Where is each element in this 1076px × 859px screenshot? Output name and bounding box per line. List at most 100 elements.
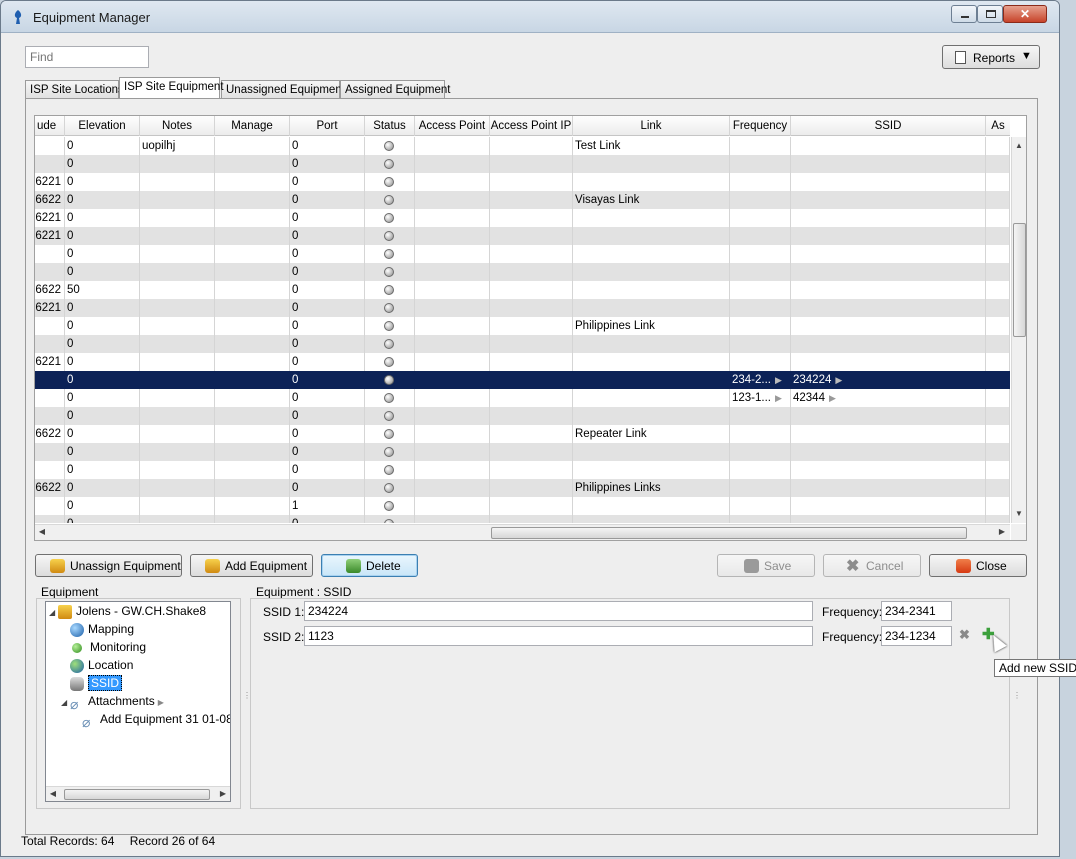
cell-manage[interactable]: [215, 371, 290, 389]
table-row[interactable]: 00: [35, 407, 1010, 425]
cell-as[interactable]: [986, 227, 1010, 245]
cell-as[interactable]: [986, 371, 1010, 389]
cell-frequency[interactable]: [730, 263, 791, 281]
expand-arrow-icon[interactable]: ▶: [775, 393, 782, 403]
table-row[interactable]: 6221 0 0: [35, 353, 1010, 371]
scroll-right-arrow-icon[interactable]: ▶: [995, 527, 1009, 536]
frequency1-input[interactable]: 234-2341: [881, 601, 952, 621]
cell-link[interactable]: Philippines Link: [573, 317, 730, 335]
cell-ude[interactable]: 6221: [35, 299, 65, 317]
cell-manage[interactable]: [215, 497, 290, 515]
cell-as[interactable]: [986, 407, 1010, 425]
table-row[interactable]: 6622 0 0 Repeater Link: [35, 425, 1010, 443]
cell-elevation[interactable]: 0: [65, 191, 140, 209]
reports-button[interactable]: Reports ▼: [942, 45, 1040, 69]
cell-notes[interactable]: [140, 443, 215, 461]
cell-ude[interactable]: [35, 443, 65, 461]
cell-as[interactable]: [986, 245, 1010, 263]
cell-status[interactable]: [365, 299, 415, 317]
cell-elevation[interactable]: 0: [65, 407, 140, 425]
cell-link[interactable]: [573, 443, 730, 461]
cell-apip[interactable]: [490, 353, 573, 371]
cell-ap[interactable]: [415, 461, 490, 479]
cell-link[interactable]: [573, 515, 730, 523]
cell-as[interactable]: [986, 389, 1010, 407]
cell-elevation[interactable]: 0: [65, 425, 140, 443]
cell-manage[interactable]: [215, 389, 290, 407]
table-vertical-scrollbar[interactable]: ▲ ▼: [1011, 137, 1026, 523]
table-row[interactable]: 01: [35, 497, 1010, 515]
cell-status[interactable]: [365, 191, 415, 209]
unassign-equipment-button[interactable]: Unassign Equipment: [35, 554, 182, 577]
cell-port[interactable]: 0: [290, 245, 365, 263]
cell-ap[interactable]: [415, 479, 490, 497]
cell-port[interactable]: 0: [290, 173, 365, 191]
cell-notes[interactable]: [140, 263, 215, 281]
cell-ssid[interactable]: [791, 155, 986, 173]
cell-as[interactable]: [986, 263, 1010, 281]
cell-frequency[interactable]: [730, 515, 791, 523]
cell-status[interactable]: [365, 443, 415, 461]
cell-ude[interactable]: [35, 389, 65, 407]
cell-as[interactable]: [986, 479, 1010, 497]
save-button[interactable]: Save: [717, 554, 815, 577]
table-row[interactable]: 0 uopilhj 0 Test Link: [35, 137, 1010, 155]
cell-ssid[interactable]: [791, 443, 986, 461]
cell-frequency[interactable]: [730, 191, 791, 209]
table-row[interactable]: 00: [35, 443, 1010, 461]
table-horizontal-scroll-thumb[interactable]: [491, 527, 967, 539]
table-row[interactable]: 0 0 123-1... ▶ 42344 ▶: [35, 389, 1010, 407]
cell-apip[interactable]: [490, 173, 573, 191]
cell-notes[interactable]: uopilhj: [140, 137, 215, 155]
delete-button[interactable]: Delete: [321, 554, 418, 577]
cell-port[interactable]: 0: [290, 155, 365, 173]
maximize-button[interactable]: [977, 5, 1003, 23]
cell-ssid[interactable]: [791, 191, 986, 209]
cell-manage[interactable]: [215, 263, 290, 281]
col-header-notes[interactable]: Notes: [140, 116, 215, 136]
cell-link[interactable]: [573, 299, 730, 317]
cell-frequency[interactable]: [730, 245, 791, 263]
cell-notes[interactable]: [140, 479, 215, 497]
cell-apip[interactable]: [490, 137, 573, 155]
table-row[interactable]: 6221 0 0: [35, 299, 1010, 317]
tree-node-attachments[interactable]: ⌀ Attachments ▶: [70, 692, 164, 712]
cell-manage[interactable]: [215, 281, 290, 299]
cell-manage[interactable]: [215, 173, 290, 191]
cell-port[interactable]: 0: [290, 407, 365, 425]
cell-ude[interactable]: [35, 137, 65, 155]
col-header-as[interactable]: As: [986, 116, 1010, 136]
cell-manage[interactable]: [215, 443, 290, 461]
cell-ude[interactable]: 6221: [35, 209, 65, 227]
cell-ude[interactable]: [35, 407, 65, 425]
col-header-elevation[interactable]: Elevation: [65, 116, 140, 136]
cell-status[interactable]: [365, 317, 415, 335]
cell-elevation[interactable]: 0: [65, 353, 140, 371]
cell-link[interactable]: Repeater Link: [573, 425, 730, 443]
cell-ssid[interactable]: [791, 209, 986, 227]
cell-frequency[interactable]: [730, 443, 791, 461]
table-row[interactable]: 0 0 234-2... ▶ 234224 ▶: [35, 371, 1010, 389]
ssid2-input[interactable]: 1123: [304, 626, 813, 646]
cell-apip[interactable]: [490, 389, 573, 407]
cell-notes[interactable]: [140, 227, 215, 245]
cell-notes[interactable]: [140, 335, 215, 353]
cell-elevation[interactable]: 0: [65, 461, 140, 479]
cell-elevation[interactable]: 0: [65, 227, 140, 245]
cell-frequency[interactable]: [730, 335, 791, 353]
cell-ap[interactable]: [415, 281, 490, 299]
cell-as[interactable]: [986, 137, 1010, 155]
cell-apip[interactable]: [490, 479, 573, 497]
cell-ap[interactable]: [415, 173, 490, 191]
cell-as[interactable]: [986, 155, 1010, 173]
cell-as[interactable]: [986, 425, 1010, 443]
cell-ude[interactable]: 6622: [35, 191, 65, 209]
cell-frequency[interactable]: [730, 155, 791, 173]
cell-link[interactable]: Philippines Links: [573, 479, 730, 497]
cell-apip[interactable]: [490, 425, 573, 443]
cell-port[interactable]: 0: [290, 209, 365, 227]
cell-notes[interactable]: [140, 155, 215, 173]
cell-manage[interactable]: [215, 461, 290, 479]
cell-apip[interactable]: [490, 209, 573, 227]
cell-status[interactable]: [365, 389, 415, 407]
